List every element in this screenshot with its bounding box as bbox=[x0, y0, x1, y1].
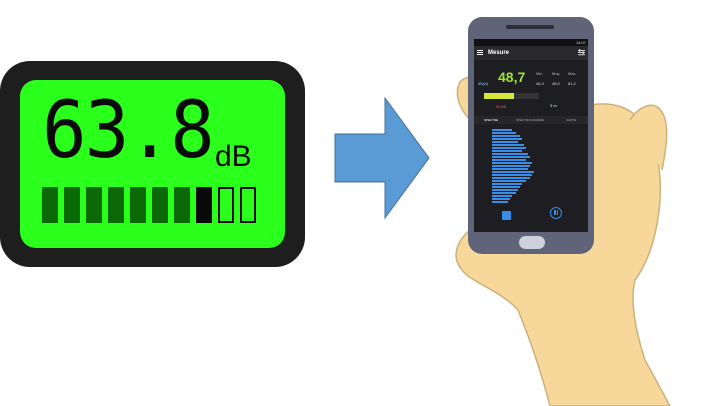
spectrum-bar bbox=[492, 138, 522, 140]
level-segment bbox=[130, 187, 146, 223]
level-segment bbox=[174, 187, 190, 223]
spectrum-bar bbox=[492, 135, 520, 137]
avg-label: Moy bbox=[552, 71, 560, 76]
spectrum-bar bbox=[492, 144, 524, 146]
max-value: 81,2 bbox=[568, 81, 576, 86]
timer-label[interactable]: 3 m bbox=[550, 103, 557, 108]
app-title: Mesure bbox=[488, 50, 510, 56]
settings-sliders-icon[interactable] bbox=[578, 49, 585, 56]
tab-carte[interactable]: CARTE bbox=[566, 118, 576, 122]
spectrum-bar bbox=[492, 159, 526, 161]
level-segment bbox=[64, 187, 80, 223]
spectrum-bar bbox=[492, 132, 516, 134]
level-segment bbox=[218, 187, 234, 223]
tab-spectre[interactable]: SPECTRE bbox=[484, 118, 498, 122]
spectrum-bar bbox=[492, 192, 516, 194]
phone-screen: 14:07 Mesure dB(A) 48,7 Min Moy Max 46,3… bbox=[474, 39, 588, 232]
spectrum-bar bbox=[492, 162, 532, 164]
spectrum-bar bbox=[492, 147, 526, 149]
home-button[interactable] bbox=[519, 236, 545, 249]
pause-button[interactable] bbox=[550, 207, 562, 219]
min-label: Min bbox=[536, 71, 543, 76]
record-time[interactable]: 00:55 bbox=[496, 104, 506, 109]
spectrum-bar bbox=[492, 165, 530, 167]
spectrum-bar bbox=[492, 189, 518, 191]
spectrum-bar bbox=[492, 201, 508, 203]
spectrum-bar bbox=[492, 174, 532, 176]
meter-unit: dB bbox=[215, 140, 252, 173]
meter-reading: 63.8 bbox=[42, 86, 215, 176]
spectrum-bar bbox=[492, 153, 528, 155]
level-segment bbox=[240, 187, 256, 223]
spectrum-bar bbox=[492, 168, 528, 170]
phone-speaker bbox=[506, 25, 554, 29]
spectrum-bar bbox=[492, 150, 522, 152]
spectrum-bar bbox=[492, 156, 530, 158]
spectrum-bar bbox=[492, 195, 512, 197]
menu-icon[interactable] bbox=[477, 50, 483, 55]
level-fill bbox=[484, 93, 515, 99]
status-time: 14:07 bbox=[575, 40, 586, 45]
app-bar: Mesure bbox=[474, 46, 588, 60]
unit-label: dB(A) bbox=[478, 81, 489, 86]
spectrum-bar bbox=[492, 198, 510, 200]
tab-bar: SPECTRE SPECTROGRAMME CARTE bbox=[474, 116, 588, 124]
level-segment bbox=[86, 187, 102, 223]
status-bar: 14:07 bbox=[474, 39, 588, 46]
spectrum-bar bbox=[492, 141, 518, 143]
spectrum-bar bbox=[492, 129, 512, 131]
level-segment bbox=[196, 187, 212, 223]
min-value: 46,3 bbox=[536, 81, 544, 86]
spectrum-bar bbox=[492, 180, 526, 182]
stop-button[interactable] bbox=[502, 211, 511, 220]
spectrum-bar bbox=[492, 171, 534, 173]
right-arrow-icon bbox=[334, 96, 430, 220]
level-segment bbox=[108, 187, 124, 223]
level-segment bbox=[152, 187, 168, 223]
current-level: 48,7 bbox=[498, 69, 526, 85]
spectrum-bar bbox=[492, 186, 520, 188]
tab-spectrogramme[interactable]: SPECTROGRAMME bbox=[516, 118, 544, 122]
max-label: Max bbox=[568, 71, 576, 76]
level-segment bbox=[42, 187, 58, 223]
avg-value: 48,0 bbox=[552, 81, 560, 86]
spectrum-bar bbox=[492, 183, 522, 185]
spectrum-bar bbox=[492, 177, 530, 179]
